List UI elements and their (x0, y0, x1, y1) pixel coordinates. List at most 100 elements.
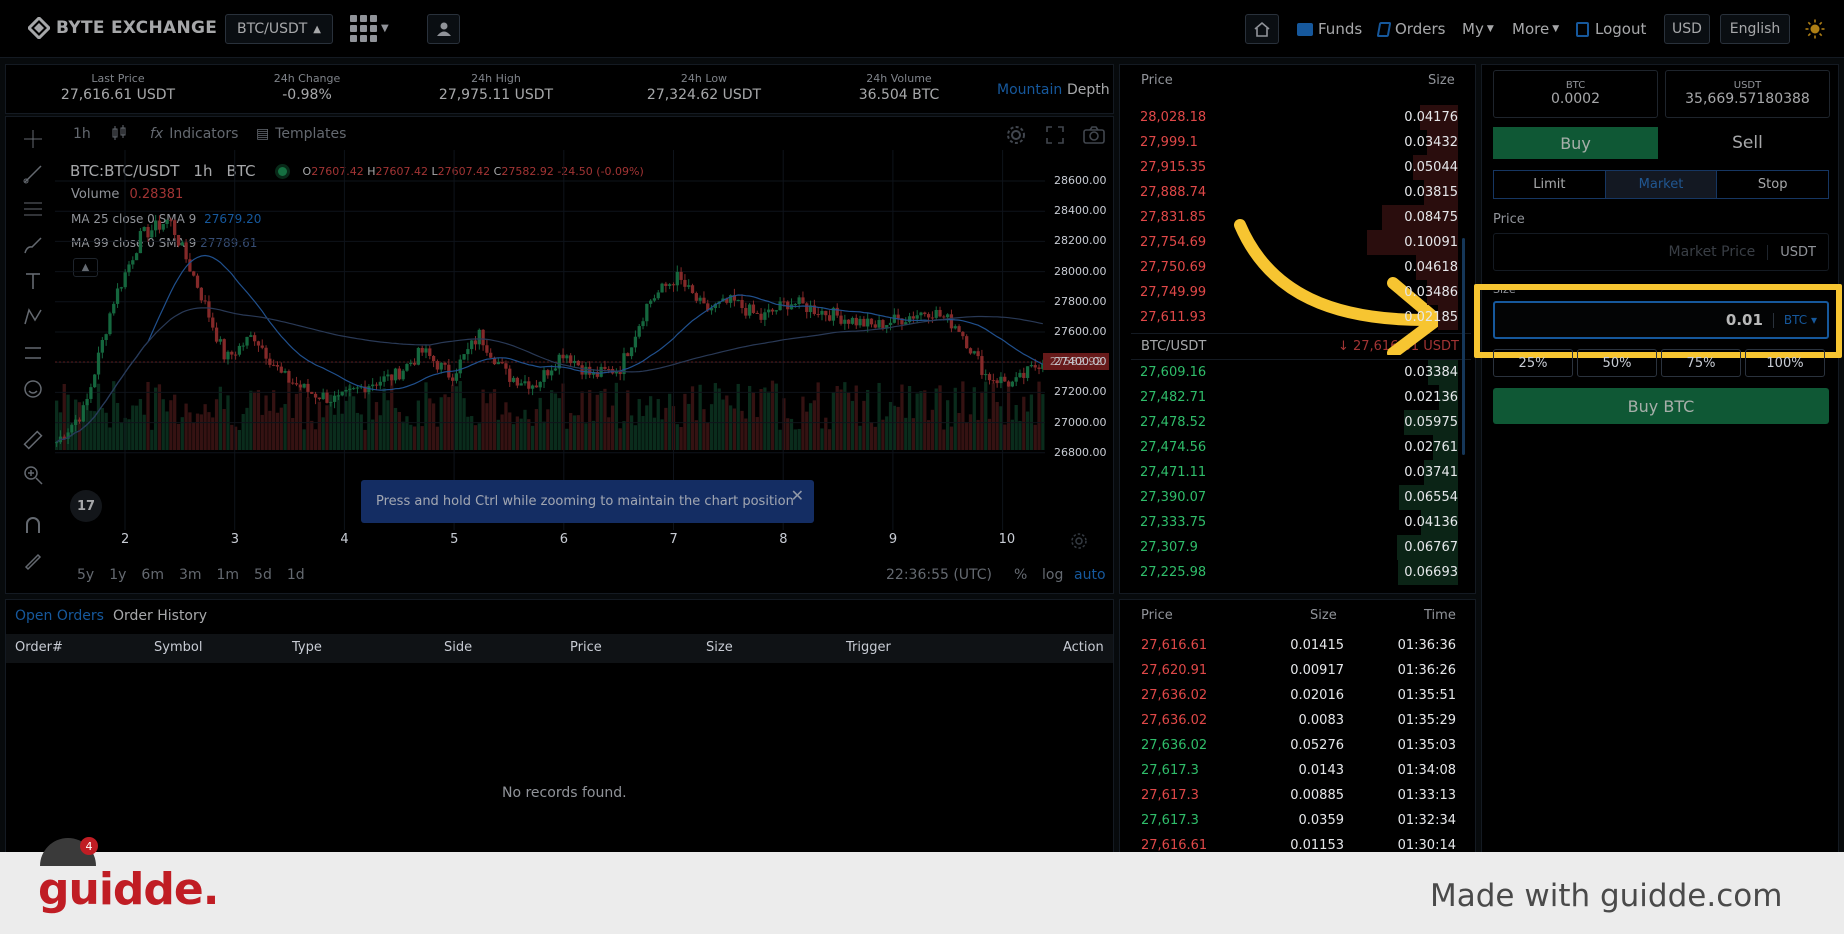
pair-selector[interactable]: BTC/USDT ▲ (225, 14, 333, 44)
prediction-icon[interactable] (20, 340, 46, 366)
tradingview-logo-icon[interactable]: 17 (70, 490, 102, 522)
bid-price: 27,307.9 (1140, 540, 1198, 555)
trend-line-icon[interactable] (20, 161, 46, 187)
volume-bar (298, 387, 302, 450)
ask-row[interactable]: 27,831.85 0.08475 (1140, 205, 1458, 230)
ask-row[interactable]: 27,915.35 0.05044 (1140, 155, 1458, 180)
pair-label: BTC/USDT (237, 21, 308, 37)
chevron-down-icon: ▼ (1552, 24, 1560, 34)
brand-logo[interactable]: BYTE EXCHANGE (28, 17, 217, 39)
nav-orders[interactable]: Orders (1376, 14, 1445, 44)
range-1d[interactable]: 1d (287, 567, 305, 583)
view-depth-button[interactable]: Depth (1067, 82, 1110, 98)
ask-row[interactable]: 27,999.1 0.03432 (1140, 130, 1458, 155)
magnet-icon[interactable] (20, 512, 46, 538)
templates-button[interactable]: ▤ Templates (256, 126, 346, 142)
volume-bar (968, 414, 973, 450)
volume-bar (569, 412, 573, 450)
candle-body (291, 382, 295, 384)
volume-bar (767, 391, 771, 450)
volume-bar (774, 383, 778, 450)
volume-bar (115, 402, 120, 450)
bid-row[interactable]: 27,482.71 0.02136 (1140, 385, 1458, 410)
range-6m[interactable]: 6m (141, 567, 164, 583)
ask-row[interactable]: 27,750.69 0.04618 (1140, 255, 1458, 280)
bid-row[interactable]: 27,333.75 0.04136 (1140, 510, 1458, 535)
text-icon[interactable] (20, 268, 46, 294)
ruler-icon[interactable] (20, 427, 46, 453)
bid-row[interactable]: 27,225.98 0.06693 (1140, 560, 1458, 585)
bid-row[interactable]: 27,390.07 0.06554 (1140, 485, 1458, 510)
apps-menu-button[interactable]: ▼ (350, 15, 389, 42)
ask-price: 27,999.1 (1140, 135, 1198, 150)
size-percent-button[interactable]: 75% (1661, 349, 1741, 377)
interval-selector[interactable]: 1h (73, 126, 91, 142)
zoom-in-icon[interactable] (20, 462, 46, 488)
nav-funds[interactable]: Funds (1297, 14, 1362, 44)
ask-row[interactable]: 27,754.69 0.10091 (1140, 230, 1458, 255)
fullscreen-icon[interactable] (1046, 126, 1064, 148)
bid-row[interactable]: 27,307.9 0.06767 (1140, 535, 1458, 560)
price-chart[interactable] (55, 150, 1105, 530)
price-input[interactable]: Market Price USDT (1493, 233, 1829, 271)
currency-selector[interactable]: USD (1664, 14, 1710, 44)
volume-bar (184, 403, 188, 450)
range-1y[interactable]: 1y (109, 567, 126, 583)
tab-order-history[interactable]: Order History (113, 608, 207, 624)
candle-body (401, 370, 405, 380)
size-percent-button[interactable]: 50% (1577, 349, 1657, 377)
crosshair-icon[interactable] (20, 126, 46, 152)
home-button[interactable] (1245, 14, 1279, 44)
bid-row[interactable]: 27,609.16 0.03384 (1140, 360, 1458, 385)
pencil-lock-icon[interactable] (20, 547, 46, 573)
auto-scale-toggle[interactable]: auto (1074, 567, 1106, 583)
fib-icon[interactable] (20, 196, 46, 222)
log-scale-toggle[interactable]: log (1042, 567, 1063, 583)
bid-row[interactable]: 27,474.56 0.02761 (1140, 435, 1458, 460)
range-3m[interactable]: 3m (179, 567, 202, 583)
ask-row[interactable]: 27,749.99 0.03486 (1140, 280, 1458, 305)
ask-row[interactable]: 27,888.74 0.03815 (1140, 180, 1458, 205)
volume-bar (1025, 411, 1030, 450)
emoji-icon[interactable] (20, 376, 46, 402)
pattern-icon[interactable] (20, 304, 46, 330)
close-icon[interactable]: ✕ (791, 486, 804, 505)
ask-row[interactable]: 27,611.93 0.02185 (1140, 305, 1458, 330)
brush-icon[interactable] (20, 232, 46, 258)
templates-icon: ▤ (256, 126, 270, 142)
user-button[interactable] (427, 14, 460, 44)
candle-body (477, 329, 481, 345)
view-mountain-button[interactable]: Mountain (997, 82, 1062, 98)
nav-logout[interactable]: Logout (1576, 14, 1646, 44)
theme-toggle[interactable] (1805, 19, 1825, 43)
settings-icon[interactable] (1005, 124, 1027, 150)
order-type-stop[interactable]: Stop (1717, 171, 1828, 198)
volume-bar (740, 410, 744, 450)
nav-more[interactable]: More ▼ (1512, 14, 1559, 44)
camera-icon[interactable] (1083, 126, 1105, 148)
order-type-limit[interactable]: Limit (1494, 171, 1605, 198)
tab-open-orders[interactable]: Open Orders (15, 608, 104, 624)
language-selector[interactable]: English (1720, 14, 1790, 44)
axis-settings-icon[interactable] (1070, 532, 1088, 554)
candle-body (816, 314, 820, 316)
indicators-button[interactable]: fx Indicators (150, 126, 238, 142)
bid-row[interactable]: 27,471.11 0.03741 (1140, 460, 1458, 485)
size-percent-button[interactable]: 25% (1493, 349, 1573, 377)
candle-body (770, 309, 775, 312)
buy-tab[interactable]: Buy (1493, 127, 1658, 159)
range-5d[interactable]: 5d (254, 567, 272, 583)
ask-row[interactable]: 28,028.18 0.04176 (1140, 105, 1458, 130)
order-type-market[interactable]: Market (1604, 171, 1718, 198)
submit-buy-button[interactable]: Buy BTC (1493, 388, 1829, 424)
sell-tab[interactable]: Sell (1665, 127, 1830, 159)
size-percent-button[interactable]: 100% (1745, 349, 1825, 377)
range-5y[interactable]: 5y (77, 567, 94, 583)
percent-scale-toggle[interactable]: % (1014, 567, 1027, 583)
nav-my[interactable]: My ▼ (1462, 14, 1494, 44)
candle-body (976, 351, 980, 357)
candles-icon[interactable] (110, 124, 128, 146)
candle-body (550, 370, 554, 376)
bid-row[interactable]: 27,478.52 0.05975 (1140, 410, 1458, 435)
range-1m[interactable]: 1m (217, 567, 240, 583)
